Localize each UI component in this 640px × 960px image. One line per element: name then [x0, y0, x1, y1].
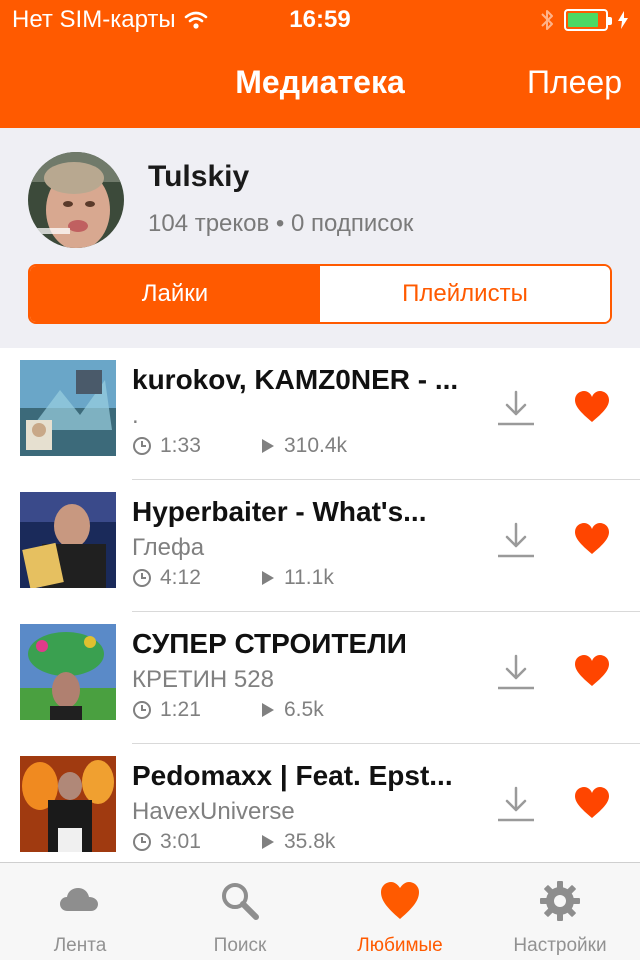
track-artwork	[20, 756, 116, 852]
tab-label: Любимые	[357, 935, 443, 956]
tab-bar: Лента Поиск Любимые Настройки	[0, 862, 640, 960]
track-meta: 1:21 6.5k	[132, 698, 324, 722]
username: Tulskiy	[148, 160, 250, 193]
tab-label: Настройки	[513, 935, 607, 956]
heart-icon	[381, 882, 419, 919]
track-row[interactable]: Pedomaxx | Feat. Epst... HavexUniverse 3…	[0, 744, 640, 862]
heart-icon[interactable]	[574, 522, 610, 556]
track-plays-group: 11.1k	[260, 566, 334, 590]
clock-icon	[133, 833, 151, 851]
play-count-icon	[262, 703, 274, 717]
segmented-control: Лайки Плейлисты	[28, 264, 612, 324]
profile-stats: 104 треков • 0 подписок	[148, 210, 414, 237]
track-artwork	[20, 624, 116, 720]
battery-tip	[608, 17, 612, 25]
download-icon[interactable]	[496, 784, 536, 824]
heart-icon[interactable]	[574, 786, 610, 820]
track-row[interactable]: kurokov, KAMZ0NER - ... . 1:33 310.4k	[0, 348, 640, 480]
gear-icon	[540, 881, 580, 921]
track-plays-group: 35.8k	[260, 830, 335, 854]
status-bar: Нет SIM-карты 16:59	[0, 0, 640, 40]
clock-icon	[133, 701, 151, 719]
segment-playlists[interactable]: Плейлисты	[320, 266, 610, 322]
track-artwork	[20, 360, 116, 456]
track-duration-group: 3:01	[132, 830, 260, 854]
download-icon[interactable]	[496, 520, 536, 560]
track-duration: 4:12	[160, 566, 201, 589]
track-artist: HavexUniverse	[132, 798, 295, 825]
clock-icon	[133, 569, 151, 587]
track-meta: 4:12 11.1k	[132, 566, 334, 590]
charging-icon	[618, 11, 628, 29]
avatar[interactable]	[28, 152, 124, 248]
heart-icon[interactable]	[574, 390, 610, 424]
track-list: kurokov, KAMZ0NER - ... . 1:33 310.4k Hy…	[0, 348, 640, 862]
tab-favorites[interactable]: Любимые	[320, 863, 480, 960]
bluetooth-icon	[541, 10, 553, 30]
play-count-icon	[262, 835, 274, 849]
tab-label: Лента	[53, 935, 107, 956]
profile-header: Tulskiy 104 треков • 0 подписок Лайки Пл…	[0, 128, 640, 348]
play-count-icon	[262, 439, 274, 453]
track-meta: 1:33 310.4k	[132, 434, 347, 458]
tab-search[interactable]: Поиск	[160, 863, 320, 960]
track-artwork	[20, 492, 116, 588]
track-duration: 1:21	[160, 698, 201, 721]
track-plays-group: 310.4k	[260, 434, 347, 458]
cloud-icon	[60, 888, 98, 911]
heart-icon[interactable]	[574, 654, 610, 688]
search-icon	[222, 883, 259, 920]
track-duration-group: 1:33	[132, 434, 260, 458]
track-meta: 3:01 35.8k	[132, 830, 335, 854]
track-duration-group: 4:12	[132, 566, 260, 590]
clock-icon	[133, 437, 151, 455]
track-title: kurokov, KAMZ0NER - ...	[132, 364, 459, 395]
track-row[interactable]: Hyperbaiter - What's... Глефа 4:12 11.1k	[0, 480, 640, 612]
tab-settings[interactable]: Настройки	[480, 863, 640, 960]
play-count-icon	[262, 571, 274, 585]
download-icon[interactable]	[496, 652, 536, 692]
segment-likes[interactable]: Лайки	[30, 266, 320, 322]
track-plays-group: 6.5k	[260, 698, 324, 722]
track-duration-group: 1:21	[132, 698, 260, 722]
player-button[interactable]: Плеер	[527, 64, 622, 101]
download-icon[interactable]	[496, 388, 536, 428]
tab-feed[interactable]: Лента	[0, 863, 160, 960]
track-artist: .	[132, 402, 139, 429]
battery-fill	[568, 13, 598, 27]
track-duration: 3:01	[160, 830, 201, 853]
track-artist: КРЕТИН 528	[132, 666, 274, 693]
track-plays: 310.4k	[284, 434, 348, 457]
track-plays: 11.1k	[284, 566, 334, 589]
track-title: СУПЕР СТРОИТЕЛИ	[132, 628, 407, 659]
nav-bar: Медиатека Плеер	[0, 40, 640, 128]
track-title: Hyperbaiter - What's...	[132, 496, 427, 527]
battery-icon	[564, 9, 612, 31]
track-plays: 35.8k	[284, 830, 336, 853]
track-plays: 6.5k	[284, 698, 324, 721]
status-right	[540, 8, 628, 32]
track-artist: Глефа	[132, 534, 205, 561]
track-duration: 1:33	[160, 434, 201, 457]
track-title: Pedomaxx | Feat. Epst...	[132, 760, 453, 791]
track-row[interactable]: СУПЕР СТРОИТЕЛИ КРЕТИН 528 1:21 6.5k	[0, 612, 640, 744]
tab-label: Поиск	[213, 935, 267, 956]
